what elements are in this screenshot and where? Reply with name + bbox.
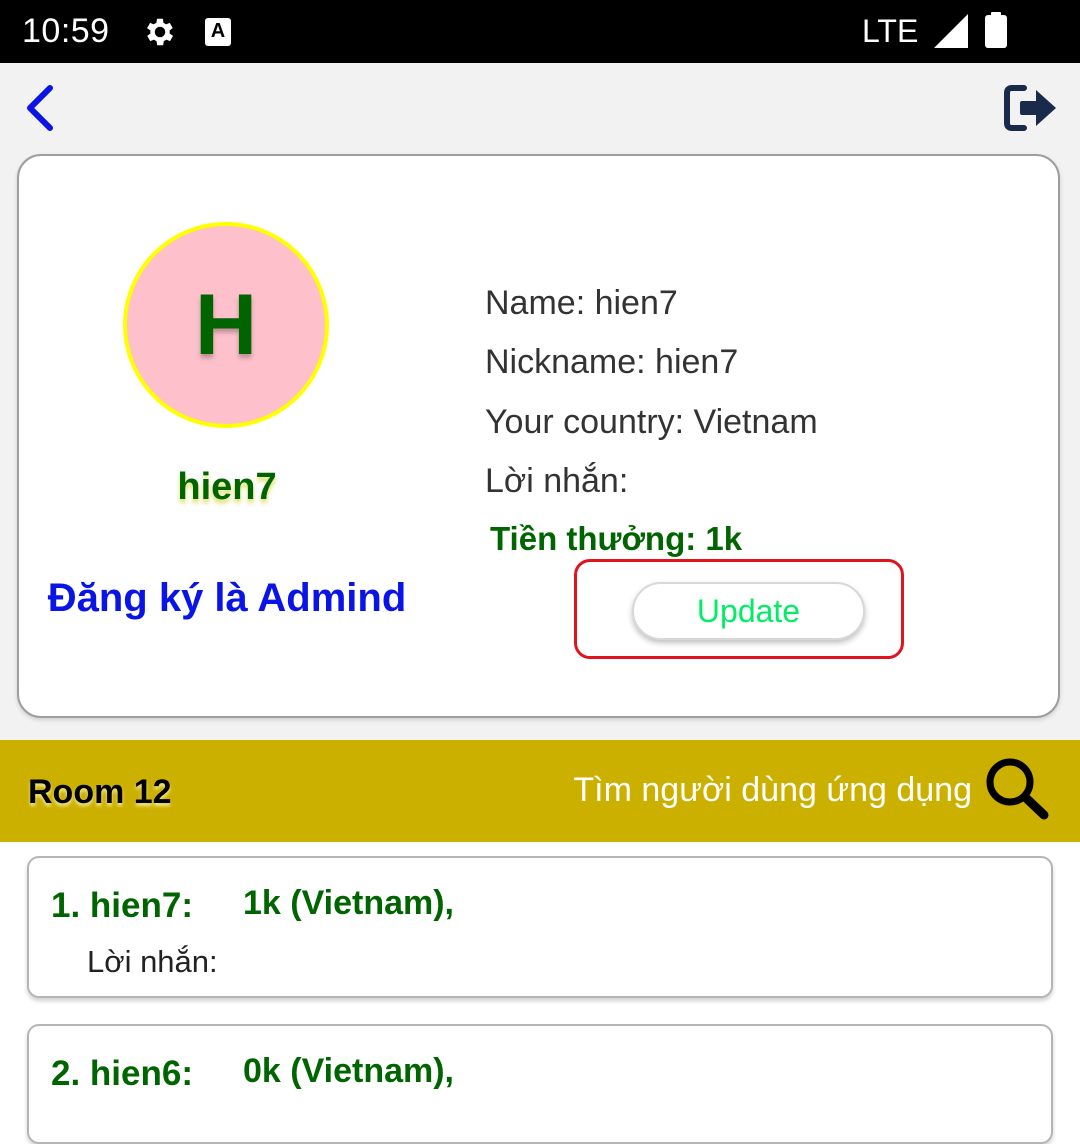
list-item-score: 0k (Vietnam), bbox=[243, 1052, 455, 1090]
profile-username: hien7 bbox=[177, 466, 277, 508]
register-admin-link[interactable]: Đăng ký là Admind bbox=[0, 576, 454, 621]
signal-icon bbox=[934, 14, 968, 48]
list-item-message: Lời nhắn: bbox=[87, 944, 218, 979]
network-type: LTE bbox=[862, 13, 919, 49]
list-item-rank: 1. hien7: bbox=[51, 886, 193, 925]
profile-country: Your country: Vietnam bbox=[485, 403, 818, 441]
avatar-letter: H bbox=[194, 277, 258, 373]
profile-nickname: Nickname: hien7 bbox=[485, 343, 739, 381]
room-title: Room 12 bbox=[28, 773, 172, 811]
a-icon: A bbox=[205, 18, 231, 46]
list-item[interactable]: 2. hien6: 0k (Vietnam), bbox=[27, 1024, 1053, 1144]
list-item-rank: 2. hien6: bbox=[51, 1054, 193, 1093]
avatar: H bbox=[123, 222, 329, 428]
gear-icon bbox=[147, 18, 174, 46]
status-time: 10:59 bbox=[22, 12, 110, 50]
search-users-label[interactable]: Tìm người dùng ứng dụng bbox=[573, 771, 972, 810]
profile-name: Name: hien7 bbox=[485, 284, 678, 322]
list-item[interactable]: 1. hien7: 1k (Vietnam), Lời nhắn: bbox=[27, 856, 1053, 998]
logout-icon[interactable] bbox=[1002, 82, 1060, 134]
list-item-score: 1k (Vietnam), bbox=[243, 884, 455, 922]
status-bar: 10:59 A LTE bbox=[0, 0, 1080, 63]
profile-reward: Tiền thưởng: 1k bbox=[490, 520, 743, 557]
profile-message: Lời nhắn: bbox=[485, 462, 629, 500]
back-icon[interactable] bbox=[20, 82, 60, 134]
update-button[interactable]: Update bbox=[632, 582, 865, 640]
battery-icon bbox=[985, 12, 1007, 48]
search-icon[interactable] bbox=[982, 755, 1050, 821]
